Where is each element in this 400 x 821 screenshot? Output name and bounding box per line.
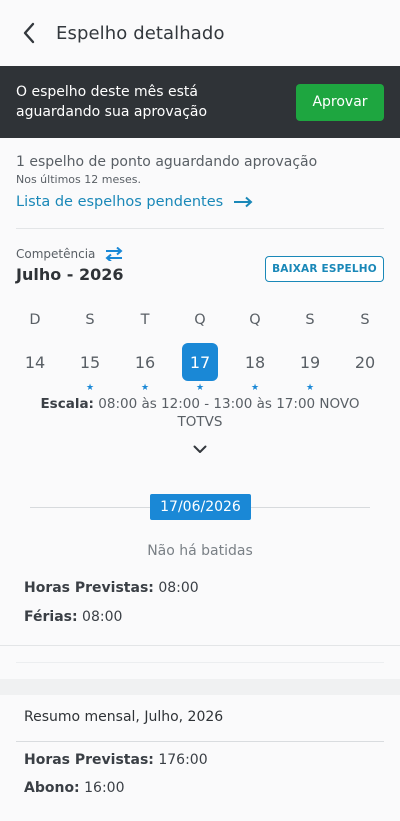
page-title: Espelho detalhado [56, 22, 225, 44]
day-selected[interactable]: 17 [182, 343, 218, 381]
summary-item: Horas Previstas: 176:00 [0, 752, 400, 768]
competencia-label-row: Competência [16, 247, 124, 261]
day-number[interactable]: 20 [347, 343, 383, 381]
summary-item: Abono: 16:00 [0, 780, 400, 796]
day-of-week-label: S [85, 312, 95, 328]
day-number[interactable]: 14 [17, 343, 53, 381]
summary-label: Abono: [24, 780, 80, 796]
section-divider [0, 645, 400, 646]
day-detail-label: Horas Previstas: [24, 580, 154, 596]
day-column: Q 18 ★ [237, 312, 273, 395]
day-column: Q 17 ★ [182, 312, 218, 395]
selected-date-badge: 17/06/2026 [150, 494, 251, 520]
day-detail-item: Férias: 08:00 [0, 609, 400, 625]
monthly-summary-title: Resumo mensal, Julho, 2026 [24, 709, 224, 725]
no-punches-text: Não há batidas [147, 543, 253, 559]
summary-label: Horas Previstas: [24, 752, 154, 768]
pending-title: 1 espelho de ponto aguardando aprovação [16, 154, 318, 170]
star-icon: ★ [140, 383, 150, 393]
summary-value: 16:00 [84, 780, 125, 796]
day-number[interactable]: 18 [237, 343, 273, 381]
download-mirror-button[interactable]: BAIXAR ESPELHO [265, 256, 384, 282]
approval-banner: O espelho deste mês está aguardando sua … [0, 66, 400, 138]
section-gap [0, 679, 400, 695]
day-detail-value: 08:00 [158, 580, 199, 596]
star-icon: ★ [305, 383, 315, 393]
schedule-label: Escala: [40, 396, 94, 412]
expand-button[interactable] [0, 445, 400, 454]
day-number[interactable]: 19 [292, 343, 328, 381]
day-of-week-label: S [360, 312, 370, 328]
summary-divider [16, 741, 384, 742]
day-column: T 16 ★ [127, 312, 163, 395]
day-column: S 15 ★ [72, 312, 108, 395]
summary-value: 176:00 [158, 752, 208, 768]
competencia-section: Competência Julho - 2026 BAIXAR ESPELHO [0, 229, 400, 284]
star-icon: ★ [250, 383, 260, 393]
day-number[interactable]: 15 [72, 343, 108, 381]
swap-icon[interactable] [105, 247, 123, 261]
pending-list-link-label: Lista de espelhos pendentes [16, 194, 224, 210]
week-strip: D 14 S 15 ★ T 16 ★ Q 17 ★ Q 18 ★ S 19 ★ S 20 [0, 312, 400, 395]
star-icon: ★ [195, 383, 205, 393]
day-detail-label: Férias: [24, 609, 78, 625]
pending-section: 1 espelho de ponto aguardando aprovação … [0, 138, 400, 210]
day-column: S 19 ★ [292, 312, 328, 395]
day-of-week-label: Q [249, 312, 261, 328]
section-divider [16, 662, 384, 663]
approve-button[interactable]: Aprovar [296, 83, 384, 121]
chevron-down-icon [193, 445, 207, 453]
monthly-summary-card: Resumo mensal, Julho, 2026 Horas Previst… [0, 695, 400, 796]
competencia-month: Julho - 2026 [16, 265, 124, 284]
day-column: D 14 [17, 312, 53, 395]
arrow-right-icon [234, 196, 253, 208]
approval-banner-text: O espelho deste mês está aguardando sua … [16, 84, 208, 120]
app-header: Espelho detalhado [0, 0, 400, 66]
pending-subtitle: Nos últimos 12 meses. [16, 173, 141, 186]
schedule-info: Escala: 08:00 às 12:00 - 13:00 às 17:00 … [0, 395, 400, 431]
schedule-value: 08:00 às 12:00 - 13:00 às 17:00 NOVO TOT… [98, 396, 360, 430]
pending-list-link[interactable]: Lista de espelhos pendentes [16, 194, 384, 210]
back-button[interactable] [16, 20, 42, 46]
day-of-week-label: Q [194, 312, 206, 328]
star-icon: ★ [85, 383, 95, 393]
day-detail-value: 08:00 [82, 609, 123, 625]
chevron-left-icon [23, 22, 35, 44]
day-column: S 20 [347, 312, 383, 395]
selected-date-row: 17/06/2026 [0, 494, 400, 520]
competencia-label: Competência [16, 247, 96, 261]
day-number[interactable]: 16 [127, 343, 163, 381]
day-of-week-label: S [305, 312, 315, 328]
day-detail-item: Horas Previstas: 08:00 [0, 580, 400, 596]
day-of-week-label: D [29, 312, 41, 328]
day-of-week-label: T [140, 312, 150, 328]
